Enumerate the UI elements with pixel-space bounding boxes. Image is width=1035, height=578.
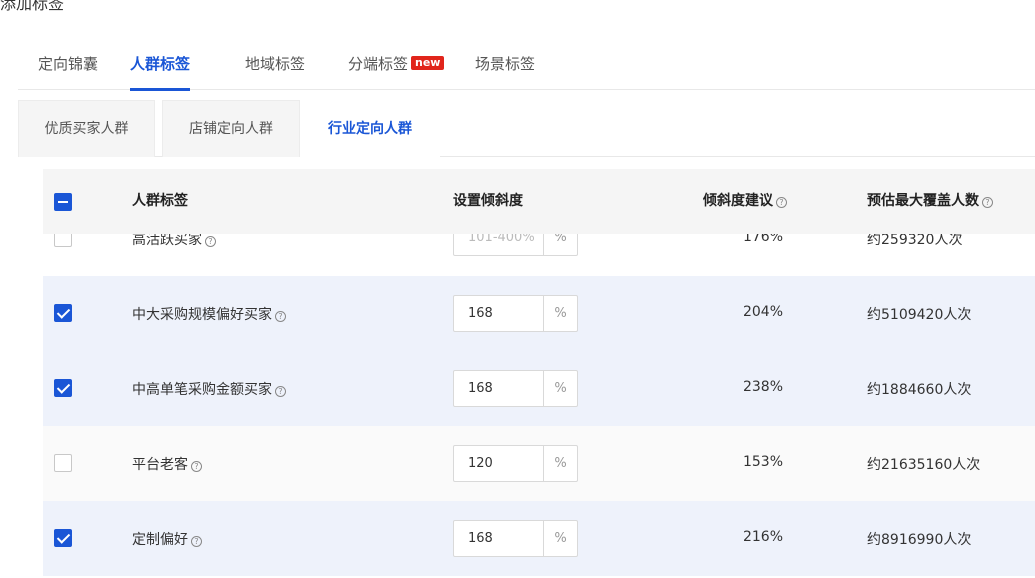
table-row[interactable]: 平台老客? % 153% 约21635160人次 <box>43 426 1035 501</box>
percent-unit: % <box>543 446 577 481</box>
row-label: 中高单笔采购金额买家? <box>132 379 286 399</box>
row-label: 平台老客? <box>132 454 202 474</box>
percent-unit: % <box>543 521 577 556</box>
header-max-cover: 预估最大覆盖人数? <box>867 169 993 234</box>
help-icon[interactable]: ? <box>275 311 286 322</box>
header-max-cover-label: 预估最大覆盖人数 <box>867 193 979 209</box>
slope-input-group: % <box>453 295 578 332</box>
tab-label: 定向锦囊 <box>38 55 99 73</box>
help-icon[interactable]: ? <box>191 461 202 472</box>
select-all-checkbox[interactable] <box>54 193 72 211</box>
row-checkbox[interactable] <box>54 379 72 397</box>
help-icon[interactable]: ? <box>982 197 993 208</box>
tab-label: 人群标签 <box>130 55 191 73</box>
row-label: 定制偏好? <box>132 529 202 549</box>
help-icon[interactable]: ? <box>205 236 216 247</box>
help-icon[interactable]: ? <box>191 536 202 547</box>
tab-label: 分端标签 <box>348 55 409 73</box>
row-checkbox[interactable] <box>54 454 72 472</box>
row-label: 中大采购规模偏好买家? <box>132 304 286 324</box>
max-cover: 约1884660人次 <box>867 382 972 398</box>
slope-input-group: % <box>453 520 578 557</box>
slope-input-group: % <box>453 445 578 482</box>
new-badge: new <box>411 56 445 70</box>
help-icon[interactable]: ? <box>275 386 286 397</box>
header-set-slope: 设置倾斜度 <box>453 193 523 209</box>
table-row[interactable]: 中高单笔采购金额买家? % 238% 约1884660人次 <box>43 351 1035 426</box>
header-slope-suggest-label: 倾斜度建议 <box>703 193 773 209</box>
header-crowd-tag: 人群标签 <box>132 193 188 209</box>
tab-label: 场景标签 <box>475 55 536 73</box>
percent-unit: % <box>543 371 577 406</box>
subtab-industry-targeting[interactable]: 行业定向人群 <box>300 100 440 158</box>
tab-scene-tags[interactable]: 场景标签 <box>475 52 535 90</box>
max-cover: 约5109420人次 <box>867 307 972 323</box>
sub-tabs: 优质买家人群 店铺定向人群 行业定向人群 <box>18 100 1035 158</box>
slope-suggest: 238% <box>742 379 784 395</box>
row-checkbox[interactable] <box>54 529 72 547</box>
row-label-text: 中高单笔采购金额买家 <box>132 382 272 398</box>
tab-region-tags[interactable]: 地域标签 <box>245 52 305 90</box>
row-label-text: 平台老客 <box>132 457 188 473</box>
crowd-tag-table: 人群标签 设置倾斜度 倾斜度建议? 预估最大覆盖人数? 高活跃买家? % 176… <box>43 169 1035 578</box>
page-title: 添加标签 <box>0 0 65 13</box>
percent-unit: % <box>543 296 577 331</box>
slope-suggest: 204% <box>742 304 784 320</box>
row-label-text: 高活跃买家 <box>132 232 202 248</box>
subtab-label: 优质买家人群 <box>44 121 129 137</box>
subtab-label: 行业定向人群 <box>328 121 412 137</box>
tab-crowd-tags[interactable]: 人群标签 <box>130 52 191 91</box>
subtab-quality-buyers[interactable]: 优质买家人群 <box>18 100 155 157</box>
help-icon[interactable]: ? <box>776 197 787 208</box>
max-cover: 约21635160人次 <box>867 457 981 473</box>
row-label-text: 定制偏好 <box>132 532 188 548</box>
table-header: 人群标签 设置倾斜度 倾斜度建议? 预估最大覆盖人数? <box>43 169 1035 234</box>
subtab-label: 店铺定向人群 <box>189 121 273 137</box>
subtab-store-targeting[interactable]: 店铺定向人群 <box>162 100 300 157</box>
tab-targeting-tips[interactable]: 定向锦囊 <box>38 52 98 90</box>
table-row[interactable]: 中大采购规模偏好买家? % 204% 约5109420人次 <box>43 276 1035 351</box>
table-row[interactable]: 定制偏好? % 216% 约8916990人次 <box>43 501 1035 576</box>
main-tabs: 定向锦囊 人群标签 地域标签 分端标签 new 场景标签 <box>18 52 1035 91</box>
slope-input-group: % <box>453 370 578 407</box>
tab-label: 地域标签 <box>245 55 306 73</box>
slope-suggest: 153% <box>742 454 784 470</box>
header-slope-suggest: 倾斜度建议? <box>703 169 787 234</box>
row-checkbox[interactable] <box>54 304 72 322</box>
slope-suggest: 216% <box>742 529 784 545</box>
max-cover: 约8916990人次 <box>867 532 972 548</box>
tab-device-tags[interactable]: 分端标签 new <box>348 52 445 90</box>
row-label-text: 中大采购规模偏好买家 <box>132 307 272 323</box>
